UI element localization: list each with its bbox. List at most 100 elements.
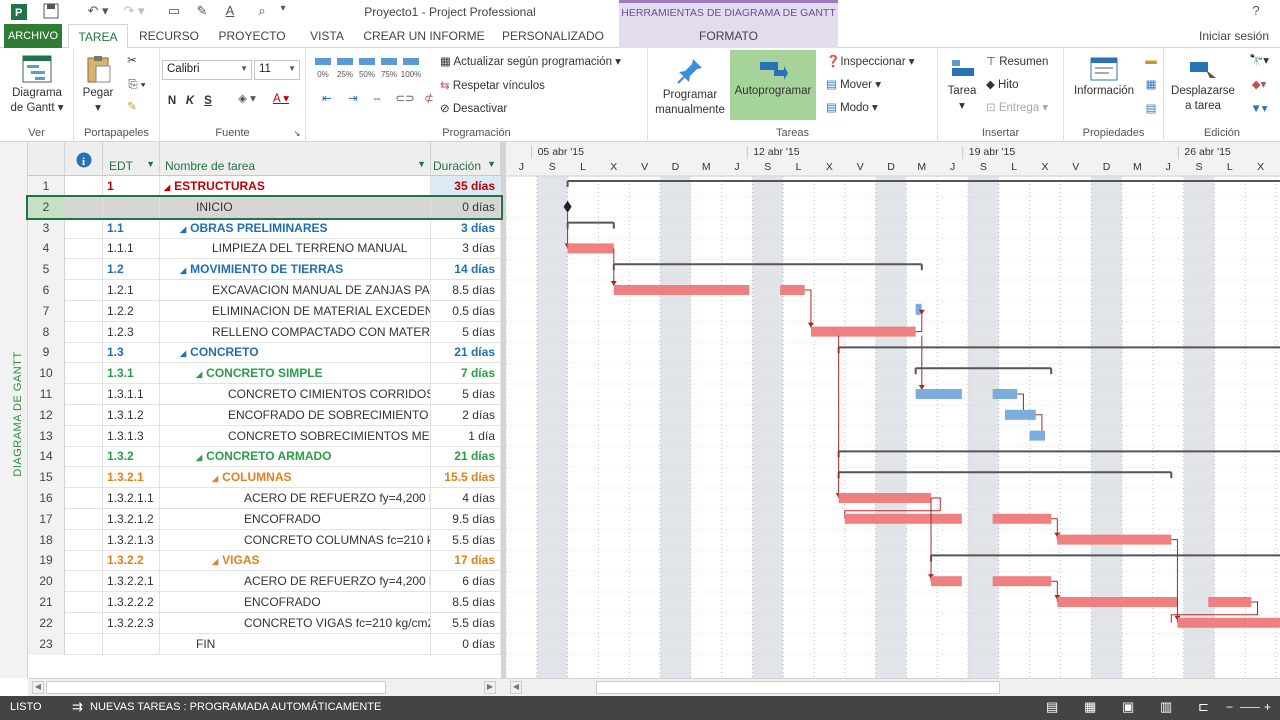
table-scroll-left-button[interactable]: ◀ [32,681,44,694]
row-number[interactable]: 23 [28,633,65,655]
cut-icon[interactable]: ✂ [122,54,142,69]
duration-cell[interactable]: 7 días [431,363,501,385]
indicators-header[interactable]: i [65,142,103,176]
view-bar[interactable]: DIAGRAMA DE GANTT [0,142,28,678]
tab-formato[interactable]: FORMATO [619,24,838,48]
task-name-cell[interactable]: ACERO DE REFUERZO fy=4,200 kg/cm2 [160,571,431,593]
edt-cell[interactable]: 1.3.2.2.3 [103,612,160,634]
details-icon[interactable]: ▦ [1142,78,1160,93]
table-row[interactable]: 7 1.2.2 ELIMINACION DE MATERIAL EXCEDENTE … [28,300,501,322]
row-number[interactable]: 13 [28,425,65,447]
inspect-button[interactable]: ❓Inspeccionar ▾ [826,54,915,68]
select-all-corner[interactable] [28,142,65,176]
task-name-cell[interactable]: INICIO [160,196,431,218]
edt-cell[interactable]: 1.3.2.1.2 [103,508,160,530]
duration-cell[interactable]: 14 días [431,259,501,281]
gantt-chart[interactable]: 05 abr '15 12 abr '15 19 abr '15 26 abr '15… [506,142,1280,678]
task-name-cell[interactable]: FIN [160,633,431,655]
row-number[interactable]: 6 [28,280,65,301]
underline-button[interactable]: S [200,94,216,109]
table-row[interactable]: 4 1.1.1 LIMPIEZA DEL TERRENO MANUAL 3 días [28,238,501,260]
table-row[interactable]: 12 1.3.1.2 ENCOFRADO DE SOBRECIMIENTO h=0.… [28,404,501,426]
paste-button[interactable]: Pegar ▾ [78,54,118,116]
duration-cell[interactable]: 8.5 días [431,592,501,613]
duration-cell[interactable]: 5 días [431,384,501,405]
table-row[interactable]: 1 1 ◢ ESTRUCTURAS 35 días [28,176,501,197]
task-name-cell[interactable]: ◢ ESTRUCTURAS [160,176,431,197]
tab-recurso[interactable]: RECURSO [136,24,202,48]
font-size-select[interactable]: 11 ▼ [254,60,300,80]
task-name-cell[interactable]: ◢ MOVIMIENTO DE TIERRAS [160,259,431,281]
gantt-view-shortcut-icon[interactable]: ▤ [1046,699,1058,715]
row-number[interactable]: 9 [28,342,65,364]
indent-out-icon[interactable]: ⇤ [316,92,338,107]
collapse-icon[interactable]: ◢ [196,370,202,379]
zoom-out-icon[interactable]: − [1226,700,1233,714]
tab-proyecto[interactable]: PROYECTO [212,24,292,48]
row-number[interactable]: 11 [28,384,65,405]
gantt-scroll-thumb[interactable] [596,681,1000,694]
summary-button[interactable]: ⊤ Resumen [986,54,1048,68]
edt-cell[interactable]: 1.2.2 [103,300,160,322]
task-name-cell[interactable]: CONCRETO SOBRECIMIENTOS MEZCLA 1 [160,425,431,447]
tab-vista[interactable]: VISTA [300,24,354,48]
table-row[interactable]: 5 1.2 ◢ MOVIMIENTO DE TIERRAS 14 días [28,259,501,281]
duration-cell[interactable]: 35 días [431,176,501,197]
duration-cell[interactable]: 9.5 días [431,508,501,530]
fill-icon[interactable]: ▼▾ [1244,102,1274,117]
duration-cell[interactable]: 0 días [431,196,501,218]
help-icon[interactable]: ? [1246,3,1266,21]
edt-cell[interactable]: 1.3.2.1 [103,467,160,489]
percent-button-1[interactable]: 25% [334,58,356,82]
task-name-cell[interactable]: ENCOFRADO [160,508,431,530]
task-name-cell[interactable]: ◢ CONCRETO SIMPLE [160,363,431,385]
table-scroll-right-button[interactable]: ▶ [484,681,496,694]
edt-cell[interactable]: 1.1.1 [103,238,160,260]
milestone-button[interactable]: ◆ Hito [986,77,1019,91]
table-row[interactable]: 6 1.2.1 EXCAVACION MANUAL DE ZANJAS PARA C… [28,280,501,301]
row-number[interactable]: 21 [28,592,65,613]
tab-tarea[interactable]: TAREA [68,24,128,49]
edt-cell[interactable]: 1.2.1 [103,280,160,301]
row-number[interactable]: 16 [28,488,65,509]
duration-cell[interactable]: 0 días [431,633,501,655]
task-name-cell[interactable]: CONCRETO COLUMNAS fc=210 kg/cm2 [160,529,431,551]
duration-cell[interactable]: 8.5 días [431,280,501,301]
deactivate-button[interactable]: ⊘ Desactivar [440,101,507,115]
manual-schedule-button[interactable]: Programar manualmente [652,56,728,118]
duration-cell[interactable]: 21 días [431,446,501,468]
split-task-icon[interactable]: ⇔ [366,92,388,107]
edt-cell[interactable] [103,196,160,218]
duration-cell[interactable]: 0.5 días [431,300,501,322]
task-name-cell[interactable]: ◢ VIGAS [160,550,431,572]
collapse-icon[interactable]: ◢ [212,557,218,566]
duration-cell[interactable]: 17 días [431,550,501,572]
duration-cell[interactable]: 15.5 días [431,467,501,489]
format-painter-icon[interactable]: ✎ [122,100,142,115]
table-row[interactable]: 22 1.3.2.2.3 CONCRETO VIGAS fc=210 kg/cm2 5… [28,612,501,634]
collapse-icon[interactable]: ◢ [180,266,186,275]
row-number[interactable]: 3 [28,217,65,239]
edt-cell[interactable]: 1 [103,176,160,197]
indent-in-icon[interactable]: ⇥ [342,92,364,107]
edt-cell[interactable]: 1.1 [103,217,160,239]
deliverable-button[interactable]: ⊡ Entrega ▾ [986,100,1048,114]
table-scroll-thumb[interactable] [46,681,386,694]
task-usage-shortcut-icon[interactable]: ▦ [1084,699,1096,715]
sign-in-link[interactable]: Iniciar sesión [1190,24,1278,48]
table-row[interactable]: 16 1.3.2.1.1 ACERO DE REFUERZO fy=4,200 kg… [28,488,501,509]
resource-sheet-shortcut-icon[interactable]: ▥ [1160,699,1172,715]
row-number[interactable]: 22 [28,612,65,634]
percent-button-2[interactable]: 50% [356,58,378,82]
row-number[interactable]: 7 [28,300,65,322]
table-row[interactable]: 3 1.1 ◢ OBRAS PRELIMINARES 3 días [28,217,501,239]
table-row[interactable]: 8 1.2.3 RELLENO COMPACTADO CON MATERIAL PR… [28,321,501,343]
zoom-in-icon[interactable]: + [1264,700,1271,714]
table-row[interactable]: 18 1.3.2.1.3 CONCRETO COLUMNAS fc=210 kg/c… [28,529,501,551]
report-shortcut-icon[interactable]: ⊏ [1198,699,1209,715]
mode-button[interactable]: ▤ Modo ▾ [826,100,878,114]
bold-button[interactable]: N [164,94,180,109]
row-number[interactable]: 19 [28,550,65,572]
edt-cell[interactable]: 1.3.2.2 [103,550,160,572]
information-button[interactable]: Información [1068,56,1140,99]
